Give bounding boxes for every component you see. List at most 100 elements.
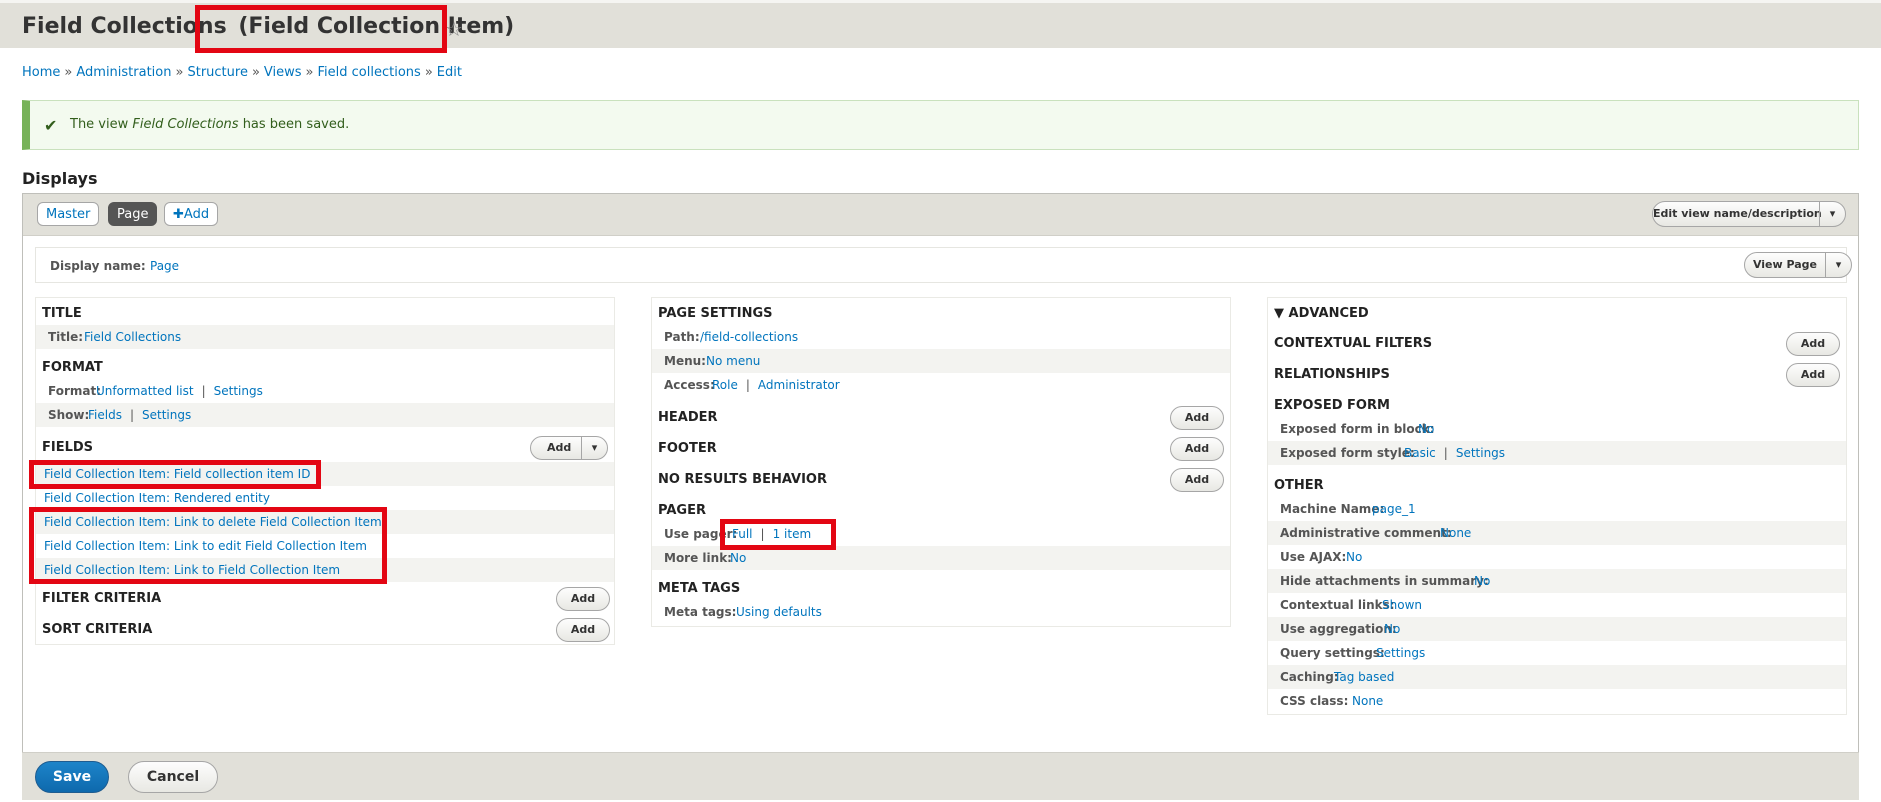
field-link[interactable]: Field Collection Item: Field collection …: [44, 467, 310, 481]
field-row[interactable]: Field Collection Item: Link to edit Fiel…: [36, 534, 614, 558]
contextual-filters-heading: CONTEXTUAL FILTERS: [1274, 336, 1433, 351]
exposed-in-block-label: Exposed form in block:: [1280, 422, 1435, 436]
exposed-style-settings-link[interactable]: Settings: [1456, 446, 1505, 460]
other-row-label: CSS class:: [1280, 694, 1349, 708]
contextual-filters-add-button[interactable]: Add: [1786, 332, 1840, 356]
filter-criteria-heading: FILTER CRITERIA: [42, 591, 162, 606]
other-row-value[interactable]: No: [1384, 622, 1400, 636]
field-link[interactable]: Field Collection Item: Link to edit Fiel…: [44, 539, 367, 553]
form-actions: Save Cancel: [22, 752, 1859, 800]
other-row-label: Caching:: [1280, 670, 1339, 684]
show-settings-link[interactable]: Settings: [142, 408, 191, 422]
menu-label: Menu:: [664, 354, 706, 368]
access-value[interactable]: Role: [712, 378, 738, 392]
format-row: Format: Unformatted list | Settings: [36, 379, 614, 403]
menu-row: Menu: No menu: [652, 349, 1230, 373]
no-results-heading: NO RESULTS BEHAVIOR: [658, 472, 827, 487]
other-row: Machine Name: page_1: [1268, 497, 1846, 521]
other-row-label: Query settings:: [1280, 646, 1385, 660]
breadcrumb-administration[interactable]: Administration: [76, 65, 171, 80]
meta-tags-label: Meta tags:: [664, 605, 737, 619]
save-button[interactable]: Save: [35, 761, 109, 793]
breadcrumb-field-collections[interactable]: Field collections: [318, 65, 421, 80]
fields-add-button[interactable]: Add ▾: [530, 436, 608, 460]
title-value[interactable]: Field Collections: [84, 330, 181, 344]
field-row[interactable]: Field Collection Item: Link to Field Col…: [36, 558, 614, 582]
other-row-value[interactable]: Tag based: [1334, 670, 1394, 684]
relationships-heading: RELATIONSHIPS: [1274, 367, 1390, 382]
other-row-value[interactable]: No: [1474, 574, 1490, 588]
exposed-style-value[interactable]: Basic: [1404, 446, 1436, 460]
other-row: Administrative comment: None: [1268, 521, 1846, 545]
breadcrumb-home[interactable]: Home: [22, 65, 60, 80]
chevron-down-icon[interactable]: ▾: [1819, 202, 1845, 226]
tab-add[interactable]: ✚Add: [164, 202, 219, 226]
display-name-value[interactable]: Page: [150, 259, 179, 273]
breadcrumb-edit[interactable]: Edit: [437, 65, 462, 80]
other-row-value[interactable]: page_1: [1372, 502, 1416, 516]
displays-panel: Master Page ✚Add Edit view name/descript…: [22, 193, 1859, 795]
meta-tags-value[interactable]: Using defaults: [736, 605, 822, 619]
footer-add-button[interactable]: Add: [1170, 437, 1224, 461]
access-role-value[interactable]: Administrator: [758, 378, 840, 392]
chevron-down-icon[interactable]: ▾: [581, 437, 607, 459]
fields-section-heading: FIELDS: [42, 440, 94, 455]
triangle-down-icon: ▼: [1274, 306, 1289, 321]
tab-master[interactable]: Master: [37, 202, 100, 226]
show-value[interactable]: Fields: [88, 408, 122, 422]
breadcrumb-structure[interactable]: Structure: [187, 65, 247, 80]
more-link-row: More link: No: [652, 546, 1230, 570]
advanced-toggle[interactable]: ▼ ADVANCED: [1274, 306, 1369, 321]
format-value[interactable]: Unformatted list: [96, 384, 194, 398]
use-pager-value[interactable]: Full: [732, 527, 753, 541]
other-row: CSS class: None: [1268, 689, 1846, 713]
format-settings-link[interactable]: Settings: [214, 384, 263, 398]
other-row-label: Hide attachments in summary:: [1280, 574, 1489, 588]
other-row-value[interactable]: No: [1346, 550, 1362, 564]
field-link[interactable]: Field Collection Item: Rendered entity: [44, 491, 270, 505]
meta-tags-row: Meta tags: Using defaults: [652, 600, 1230, 624]
display-name-row: Display name: Page View Page ▾: [35, 247, 1852, 283]
other-row-value[interactable]: None: [1352, 694, 1383, 708]
other-heading: OTHER: [1274, 478, 1324, 493]
field-row[interactable]: Field Collection Item: Link to delete Fi…: [36, 510, 614, 534]
other-row: Use aggregation: No: [1268, 617, 1846, 641]
format-section-heading: FORMAT: [42, 360, 103, 375]
breadcrumb-views[interactable]: Views: [264, 65, 302, 80]
other-row: Query settings: Settings: [1268, 641, 1846, 665]
sort-add-button[interactable]: Add: [556, 618, 610, 642]
field-link[interactable]: Field Collection Item: Link to delete Fi…: [44, 515, 382, 529]
other-row-value[interactable]: None: [1440, 526, 1471, 540]
other-row-label: Machine Name:: [1280, 502, 1385, 516]
path-value[interactable]: /field-collections: [700, 330, 798, 344]
relationships-add-button[interactable]: Add: [1786, 363, 1840, 387]
breadcrumb-separator: »: [175, 65, 184, 80]
field-row[interactable]: Field Collection Item: Field collection …: [36, 462, 614, 486]
no-results-add-button[interactable]: Add: [1170, 468, 1224, 492]
message-suffix: has been saved.: [238, 117, 350, 132]
message-view-name: Field Collections: [132, 117, 239, 132]
view-page-button[interactable]: View Page ▾: [1744, 252, 1852, 278]
field-row[interactable]: Field Collection Item: Rendered entity: [36, 486, 614, 510]
cancel-button[interactable]: Cancel: [128, 761, 218, 793]
sort-criteria-heading: SORT CRITERIA: [42, 622, 153, 637]
field-link[interactable]: Field Collection Item: Link to Field Col…: [44, 563, 340, 577]
more-link-value[interactable]: No: [730, 551, 746, 565]
page-header: Field Collections (Field Collection Item…: [0, 0, 1881, 48]
tab-page[interactable]: Page: [108, 202, 158, 226]
items-per-page-value[interactable]: 1 item: [773, 527, 812, 541]
edit-view-name-label: Edit view name/description: [1653, 207, 1822, 220]
pager-heading: PAGER: [658, 503, 706, 518]
edit-view-name-button[interactable]: Edit view name/description ▾: [1652, 201, 1846, 227]
menu-value[interactable]: No menu: [706, 354, 760, 368]
other-row-value[interactable]: Shown: [1382, 598, 1422, 612]
access-row: Access: Role | Administrator: [652, 373, 1230, 397]
pipe-separator: |: [129, 408, 134, 422]
star-icon[interactable]: ☆: [445, 17, 463, 41]
exposed-in-block-value[interactable]: No: [1418, 422, 1434, 436]
filter-add-button[interactable]: Add: [556, 587, 610, 611]
path-label: Path:: [664, 330, 700, 344]
chevron-down-icon[interactable]: ▾: [1825, 253, 1851, 277]
other-row-value[interactable]: Settings: [1376, 646, 1425, 660]
header-add-button[interactable]: Add: [1170, 406, 1224, 430]
